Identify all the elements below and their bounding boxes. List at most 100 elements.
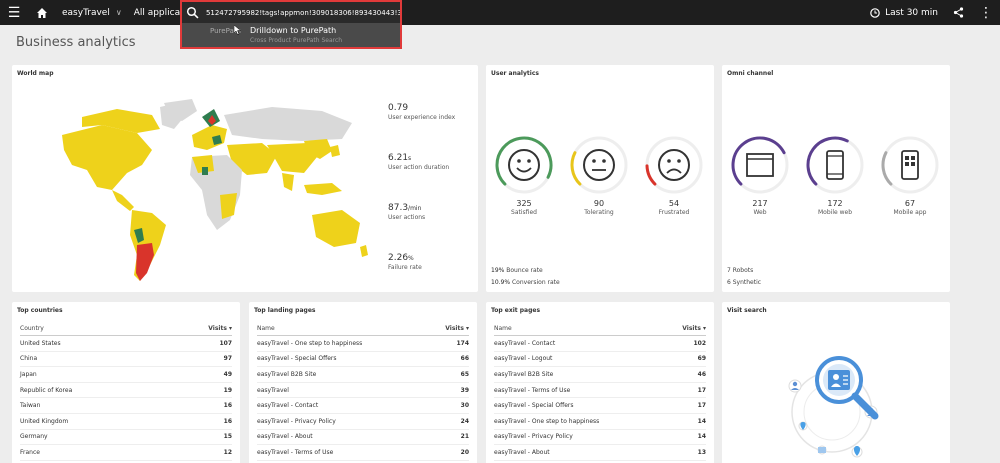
bounce-rate-value: 19%: [491, 267, 505, 274]
country-row[interactable]: France 12: [20, 445, 232, 461]
country-row[interactable]: United Kingdom 16: [20, 414, 232, 430]
web-channel-metric[interactable]: 217 Web: [730, 135, 790, 216]
exit-page-row[interactable]: easyTravel - Terms of Use 17: [494, 383, 706, 399]
table-header: Name Visits ▾: [257, 322, 469, 336]
frustrated-metric[interactable]: 54 Frustrated: [644, 135, 704, 216]
exit-page-row[interactable]: easyTravel - One step to happiness 14: [494, 414, 706, 430]
bounce-rate-label: Bounce rate: [506, 267, 543, 274]
top-countries-card[interactable]: Top countries Country Visits ▾ United St…: [12, 302, 240, 463]
browser-window-icon: [731, 136, 789, 194]
search-box[interactable]: 512472795982!tags!appmon!309018306!89343…: [180, 0, 402, 49]
visit-search-illustration: [788, 356, 879, 458]
mobile-web-label: Mobile web: [818, 209, 852, 216]
row-visits: 14: [697, 433, 706, 441]
share-icon[interactable]: [944, 0, 972, 25]
exit-page-row[interactable]: easyTravel - Contact 102: [494, 336, 706, 352]
more-options-icon[interactable]: ⋮: [972, 0, 1000, 25]
kpi-label: User actions: [388, 214, 426, 221]
exit-page-row[interactable]: easyTravel - Privacy Policy 14: [494, 430, 706, 446]
search-suggestion-item[interactable]: PurePath Drilldown to PurePath Cross Pro…: [182, 23, 400, 47]
search-icon: [186, 6, 199, 19]
landing-page-row[interactable]: easyTravel - About 21: [257, 430, 469, 446]
kpi-failure-rate[interactable]: 2.26% Failure rate: [388, 253, 422, 271]
kpi-user-experience-index[interactable]: 0.79 User experience index: [388, 103, 455, 121]
kpi-value: 87.3: [388, 203, 409, 213]
card-title: User analytics: [491, 70, 539, 77]
country-row[interactable]: Taiwan 16: [20, 398, 232, 414]
timeframe-selector[interactable]: Last 30 min: [864, 0, 944, 25]
row-visits: 12: [223, 448, 232, 456]
mobile-web-channel-metric[interactable]: 172 Mobile web: [805, 135, 865, 216]
column-header-visits[interactable]: Visits ▾: [208, 325, 232, 332]
mobile-app-count: 67: [904, 199, 916, 208]
country-row[interactable]: Japan 49: [20, 367, 232, 383]
mouse-cursor-icon: [234, 25, 242, 35]
card-title: Top countries: [17, 307, 63, 314]
web-label: Web: [753, 209, 767, 216]
column-header-country[interactable]: Country: [20, 325, 44, 332]
synthetic-stat: 6 Synthetic: [727, 279, 762, 286]
country-row[interactable]: Germany 15: [20, 430, 232, 446]
row-visits: 17: [697, 386, 706, 394]
country-row[interactable]: Republic of Korea 19: [20, 383, 232, 399]
landing-page-row[interactable]: easyTravel - One step to happiness 174: [257, 336, 469, 352]
row-name: easyTravel - One step to happiness: [494, 417, 600, 425]
exit-page-row[interactable]: easyTravel B2B Site 46: [494, 367, 706, 383]
kpi-label: User action duration: [388, 164, 450, 171]
kpi-label: Failure rate: [388, 264, 422, 271]
landing-page-row[interactable]: easyTravel 39: [257, 383, 469, 399]
mobile-app-label: Mobile app: [893, 209, 927, 216]
row-visits: 65: [460, 370, 469, 378]
exit-page-row[interactable]: easyTravel - Special Offers 17: [494, 398, 706, 414]
row-visits: 15: [223, 433, 232, 441]
row-name: easyTravel - Special Offers: [257, 355, 337, 363]
bounce-rate-stat: 19% Bounce rate: [491, 267, 543, 274]
landing-page-row[interactable]: easyTravel - Special Offers 66: [257, 352, 469, 368]
clock-icon: [870, 7, 880, 18]
row-visits: 16: [223, 402, 232, 410]
row-name: Germany: [20, 433, 48, 441]
exit-page-row[interactable]: easyTravel - About 13: [494, 445, 706, 461]
environment-selector[interactable]: easyTravel ∨: [56, 0, 128, 25]
landing-page-row[interactable]: easyTravel B2B Site 65: [257, 367, 469, 383]
tolerating-label: Tolerating: [584, 209, 614, 216]
card-title: Top landing pages: [254, 307, 316, 314]
row-name: easyTravel - Special Offers: [494, 402, 574, 410]
column-header-name[interactable]: Name: [257, 325, 275, 332]
visit-search-card[interactable]: Visit search: [722, 302, 950, 463]
menu-icon[interactable]: ☰: [0, 0, 28, 25]
column-header-visits[interactable]: Visits ▾: [445, 325, 469, 332]
satisfied-metric[interactable]: 325 Satisfied: [494, 135, 554, 216]
conversion-rate-stat: 10.9% Conversion rate: [491, 279, 560, 286]
top-countries-table: Country Visits ▾ United States 107 China 97…: [20, 322, 232, 461]
table-header: Country Visits ▾: [20, 322, 232, 336]
user-analytics-card[interactable]: User analytics 325 Satisfied 90 Tolerati…: [486, 65, 714, 292]
tolerating-metric[interactable]: 90 Tolerating: [569, 135, 629, 216]
home-icon[interactable]: [28, 0, 56, 25]
world-map-card[interactable]: World map 0.79 User experience index 6.2…: [12, 65, 478, 292]
row-visits: 16: [223, 417, 232, 425]
kpi-user-action-duration[interactable]: 6.21s User action duration: [388, 153, 449, 171]
top-exit-pages-card[interactable]: Top exit pages Name Visits ▾ easyTravel …: [486, 302, 714, 463]
column-header-visits[interactable]: Visits ▾: [682, 325, 706, 332]
neutral-face-icon: [570, 136, 628, 194]
world-map-graphic[interactable]: [42, 95, 372, 285]
search-input[interactable]: 512472795982!tags!appmon!309018306!89343…: [206, 9, 400, 17]
exit-page-row[interactable]: easyTravel - Logout 69: [494, 352, 706, 368]
landing-page-row[interactable]: easyTravel - Terms of Use 20: [257, 445, 469, 461]
landing-page-row[interactable]: easyTravel - Privacy Policy 24: [257, 414, 469, 430]
row-visits: 174: [456, 339, 469, 347]
omni-channel-card[interactable]: Omni channel 217 Web 172 Mobile web 67 M…: [722, 65, 950, 292]
card-title: Visit search: [727, 307, 767, 314]
top-landing-pages-card[interactable]: Top landing pages Name Visits ▾ easyTrav…: [249, 302, 477, 463]
country-row[interactable]: United States 107: [20, 336, 232, 352]
satisfied-count: 325: [516, 199, 532, 208]
column-header-name[interactable]: Name: [494, 325, 512, 332]
row-visits: 49: [223, 370, 232, 378]
mobile-app-channel-metric[interactable]: 67 Mobile app: [880, 135, 940, 216]
row-name: Japan: [20, 370, 37, 378]
country-row[interactable]: China 97: [20, 352, 232, 368]
kpi-user-actions[interactable]: 87.3/min User actions: [388, 203, 425, 221]
card-title: Omni channel: [727, 70, 774, 77]
landing-page-row[interactable]: easyTravel - Contact 30: [257, 398, 469, 414]
